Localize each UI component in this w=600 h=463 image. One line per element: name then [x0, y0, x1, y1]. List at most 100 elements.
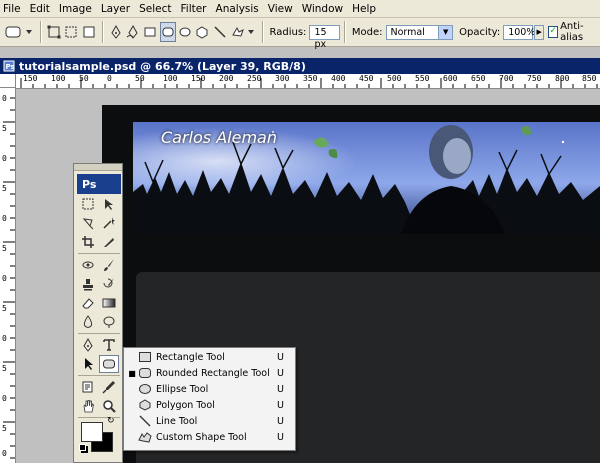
marquee-tool[interactable]	[78, 195, 98, 213]
menu-file[interactable]: File	[0, 3, 27, 15]
ruler-tick-label: 150	[191, 74, 206, 83]
ruler-tick-label: 200	[219, 74, 234, 83]
ruler-tick-label: 5	[2, 424, 7, 433]
shape-tool[interactable]	[99, 355, 119, 373]
line-icon	[139, 415, 151, 427]
custom-shape-tool-button[interactable]	[229, 22, 257, 42]
flyout-item-shortcut: U	[277, 399, 284, 411]
radius-input[interactable]: 15 px	[309, 24, 341, 50]
opacity-input[interactable]: 100%	[503, 24, 535, 40]
vertical-ruler[interactable]: 0 5 0 5 0 5 0 5 0 5 0 5 0	[0, 88, 16, 463]
separator	[261, 21, 264, 43]
menu-view[interactable]: View	[265, 3, 299, 15]
rectangle-tool-button[interactable]	[142, 22, 158, 42]
fill-pixels-button[interactable]	[81, 22, 97, 42]
magic-wand-tool[interactable]	[99, 214, 119, 232]
magic-wand-icon	[103, 217, 115, 229]
blur-drop-icon	[83, 315, 93, 328]
menu-window[interactable]: Window	[299, 3, 349, 15]
pen-tool-button[interactable]	[108, 22, 124, 42]
healing-brush-tool[interactable]	[78, 256, 98, 274]
path-selection-tool[interactable]	[78, 355, 98, 373]
default-colors-icon[interactable]	[79, 444, 86, 451]
flyout-item-line-tool[interactable]: Line Tool U	[124, 413, 295, 429]
ellipse-icon	[139, 384, 151, 394]
ellipse-tool-button[interactable]	[177, 22, 193, 42]
clone-stamp-tool[interactable]	[78, 275, 98, 293]
separator	[78, 375, 120, 376]
menu-layer[interactable]: Layer	[98, 3, 136, 15]
ruler-tick-label: 400	[331, 74, 346, 83]
menu-filter[interactable]: Filter	[178, 3, 213, 15]
menu-image[interactable]: Image	[56, 3, 98, 15]
eraser-tool[interactable]	[78, 294, 98, 312]
shape-layers-button[interactable]	[46, 22, 62, 42]
polygon-icon	[196, 26, 208, 39]
flyout-item-polygon-tool[interactable]: Polygon Tool U	[124, 397, 295, 413]
hand-tool[interactable]	[78, 397, 98, 415]
paths-button[interactable]	[63, 22, 79, 42]
polygon-tool-button[interactable]	[194, 22, 210, 42]
freeform-pen-button[interactable]	[125, 22, 141, 42]
document-title: tutorialsample.psd @ 66.7% (Layer 39, RG…	[19, 59, 306, 73]
ruler-tick-label: 0	[2, 214, 7, 223]
flyout-item-rectangle-tool[interactable]: Rectangle Tool U	[124, 349, 295, 365]
dodge-tool[interactable]	[99, 313, 119, 331]
line-tool-button[interactable]	[211, 22, 227, 42]
flyout-item-ellipse-tool[interactable]: Ellipse Tool U	[124, 381, 295, 397]
polygon-icon	[139, 399, 151, 411]
antialias-checkbox[interactable]: ✓	[548, 26, 559, 38]
selected-marker: ■	[128, 368, 136, 378]
marquee-icon	[82, 198, 94, 210]
menu-analysis[interactable]: Analysis	[213, 3, 265, 15]
pen-icon	[83, 338, 93, 352]
history-brush-tool[interactable]	[99, 275, 119, 293]
lasso-tool[interactable]	[78, 214, 98, 232]
notes-tool[interactable]	[78, 378, 98, 396]
slice-tool[interactable]	[99, 233, 119, 251]
type-tool[interactable]	[99, 336, 119, 354]
ruler-tick-label: 450	[359, 74, 374, 83]
ruler-tick-label: 0	[107, 74, 112, 83]
zoom-tool[interactable]	[99, 397, 119, 415]
crop-tool[interactable]	[78, 233, 98, 251]
ruler-tick-label: 0	[2, 154, 7, 163]
mode-value: Normal	[390, 26, 425, 38]
hand-icon	[83, 400, 94, 413]
brush-tool[interactable]	[99, 256, 119, 274]
mode-select[interactable]: Normal ▼	[385, 24, 454, 40]
ruler-tick-label: 0	[2, 94, 7, 103]
blur-tool[interactable]	[78, 313, 98, 331]
flyout-item-shortcut: U	[277, 383, 284, 395]
ruler-tick-label: 150	[23, 74, 38, 83]
gradient-tool[interactable]	[99, 294, 119, 312]
eyedropper-tool[interactable]	[99, 378, 119, 396]
fill-pixels-icon	[83, 26, 95, 38]
shape-layers-icon	[47, 25, 61, 39]
horizontal-ruler[interactable]: 150 100 50 0 50 100 150 200 250 300 350 …	[16, 74, 600, 89]
menu-edit[interactable]: Edit	[27, 3, 56, 15]
pen-tool[interactable]	[78, 336, 98, 354]
ps-logo[interactable]: Ps	[77, 174, 121, 194]
document-title-bar[interactable]: Ps tutorialsample.psd @ 66.7% (Layer 39,…	[0, 58, 600, 74]
opacity-slider-arrow-icon[interactable]: ▶	[534, 24, 545, 40]
ruler-tick-label: 350	[303, 74, 318, 83]
flyout-item-custom-shape-tool[interactable]: Custom Shape Tool U	[124, 429, 295, 445]
menu-select[interactable]: Select	[136, 3, 177, 15]
menu-help[interactable]: Help	[349, 3, 382, 15]
ruler-tick-label: 5	[2, 364, 7, 373]
ruler-origin[interactable]	[0, 74, 16, 88]
eyedropper-icon	[102, 381, 115, 394]
flyout-item-rounded-rectangle-tool[interactable]: ■ Rounded Rectangle Tool U	[124, 365, 295, 381]
move-tool[interactable]	[99, 195, 119, 213]
chevron-down-icon: ▼	[438, 25, 453, 39]
ruler-tick-label: 250	[247, 74, 262, 83]
rounded-rectangle-icon	[5, 26, 33, 38]
tool-preset-picker[interactable]	[3, 22, 35, 42]
ruler-tick-label: 700	[499, 74, 514, 83]
document-icon: Ps	[3, 60, 15, 72]
rounded-rectangle-tool-button[interactable]	[159, 22, 176, 42]
swap-colors-icon[interactable]: ↻	[107, 416, 115, 426]
palette-grip[interactable]	[74, 164, 122, 171]
opacity-label: Opacity:	[459, 26, 501, 38]
